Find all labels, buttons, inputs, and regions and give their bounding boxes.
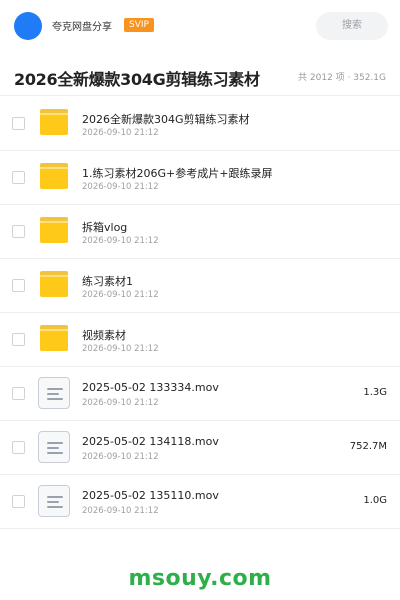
file-date: 2026-09-10 21:12 xyxy=(82,236,159,246)
file-date: 2026-09-10 21:12 xyxy=(82,290,159,300)
file-date: 2026-09-10 21:12 xyxy=(82,182,159,192)
file-row[interactable]: 1.练习素材206G+参考成片+跟练录屏 2026-09-10 21:12 xyxy=(0,151,400,205)
folder-icon xyxy=(38,161,70,193)
file-icon xyxy=(38,431,70,463)
file-icon xyxy=(38,485,70,517)
avatar[interactable] xyxy=(14,12,42,40)
file-size: 1.0G xyxy=(363,495,387,506)
file-icon xyxy=(38,377,70,409)
file-row[interactable]: 2026全新爆款304G剪辑练习素材 2026-09-10 21:12 xyxy=(0,97,400,151)
select-checkbox[interactable] xyxy=(12,117,25,130)
search-button[interactable]: 搜索 xyxy=(316,12,388,40)
page-title: 2026全新爆款304G剪辑练习素材 xyxy=(14,70,260,89)
file-name: 练习素材1 xyxy=(82,275,133,288)
file-date: 2026-09-10 21:12 xyxy=(82,344,159,354)
file-size: 1.3G xyxy=(363,387,387,398)
folder-icon xyxy=(38,323,70,355)
select-checkbox[interactable] xyxy=(12,333,25,346)
file-list: 2026全新爆款304G剪辑练习素材 2026-09-10 21:12 1.练习… xyxy=(0,97,400,529)
file-name: 2026全新爆款304G剪辑练习素材 xyxy=(82,113,250,126)
file-name: 2025-05-02 133334.mov xyxy=(82,381,219,394)
select-checkbox[interactable] xyxy=(12,225,25,238)
select-checkbox[interactable] xyxy=(12,495,25,508)
folder-icon xyxy=(38,215,70,247)
folder-icon xyxy=(38,269,70,301)
file-size: 752.7M xyxy=(349,441,387,452)
file-row[interactable]: 2025-05-02 133334.mov 2026-09-10 21:12 1… xyxy=(0,367,400,421)
file-name: 拆箱vlog xyxy=(82,221,128,234)
file-row[interactable]: 拆箱vlog 2026-09-10 21:12 xyxy=(0,205,400,259)
share-owner-name: 夸克网盘分享 xyxy=(52,22,112,33)
file-row[interactable]: 练习素材1 2026-09-10 21:12 xyxy=(0,259,400,313)
select-checkbox[interactable] xyxy=(12,387,25,400)
svip-badge: SVIP xyxy=(124,18,154,32)
select-checkbox[interactable] xyxy=(12,441,25,454)
file-name: 2025-05-02 134118.mov xyxy=(82,435,219,448)
file-name: 视频素材 xyxy=(82,329,126,342)
file-name: 1.练习素材206G+参考成片+跟练录屏 xyxy=(82,167,273,180)
select-checkbox[interactable] xyxy=(12,279,25,292)
share-summary: 共 2012 项 · 352.1G xyxy=(298,73,386,83)
file-row[interactable]: 2025-05-02 135110.mov 2026-09-10 21:12 1… xyxy=(0,475,400,529)
file-date: 2026-09-10 21:12 xyxy=(82,452,159,462)
file-date: 2026-09-10 21:12 xyxy=(82,128,159,138)
folder-icon xyxy=(38,107,70,139)
file-date: 2026-09-10 21:12 xyxy=(82,506,159,516)
file-name: 2025-05-02 135110.mov xyxy=(82,489,219,502)
select-checkbox[interactable] xyxy=(12,171,25,184)
file-row[interactable]: 2025-05-02 134118.mov 2026-09-10 21:12 7… xyxy=(0,421,400,475)
top-bar: 夸克网盘分享 SVIP 搜索 xyxy=(0,0,400,52)
file-date: 2026-09-10 21:12 xyxy=(82,398,159,408)
file-row[interactable]: 视频素材 2026-09-10 21:12 xyxy=(0,313,400,367)
title-bar: 2026全新爆款304G剪辑练习素材 共 2012 项 · 352.1G xyxy=(0,58,400,96)
watermark: msouy.com xyxy=(128,566,272,591)
